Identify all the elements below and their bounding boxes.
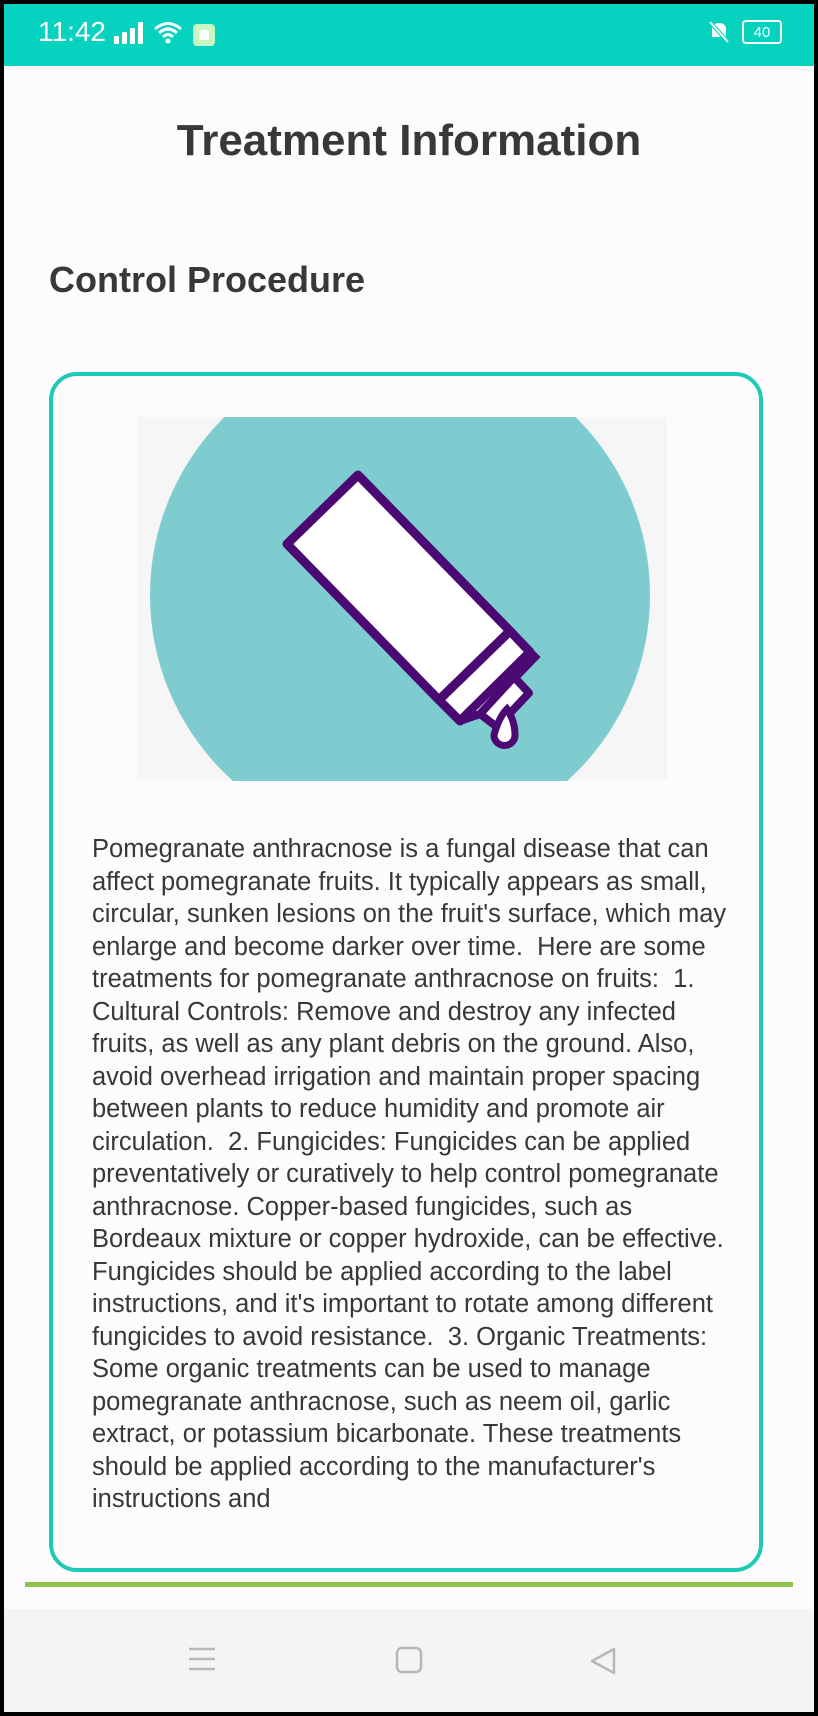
- notification-app-icon: [193, 24, 215, 46]
- status-icons-right: 40: [708, 20, 782, 44]
- back-triangle-icon[interactable]: [588, 1645, 618, 1677]
- screen: 11:42 40 Treatment Information Control P…: [4, 4, 814, 1712]
- signal-icon: [114, 22, 143, 44]
- wifi-icon: [154, 22, 182, 44]
- treatment-description: Pomegranate anthracnose is a fungal dise…: [92, 835, 727, 1513]
- home-square-icon[interactable]: [394, 1645, 424, 1675]
- status-bar: 11:42 40: [4, 4, 814, 66]
- ointment-tube-icon: [150, 417, 650, 781]
- menu-icon[interactable]: [187, 1645, 217, 1673]
- navigation-bar: [4, 1609, 814, 1712]
- page-title: Treatment Information: [176, 116, 642, 165]
- treatment-image: [137, 417, 667, 781]
- status-icons-left: [114, 20, 215, 46]
- battery-icon: 40: [742, 20, 782, 44]
- section-heading: Control Procedure: [49, 259, 366, 300]
- bottom-divider: [25, 1582, 793, 1587]
- mute-bell-icon: [708, 20, 730, 44]
- status-time: 11:42: [38, 16, 106, 47]
